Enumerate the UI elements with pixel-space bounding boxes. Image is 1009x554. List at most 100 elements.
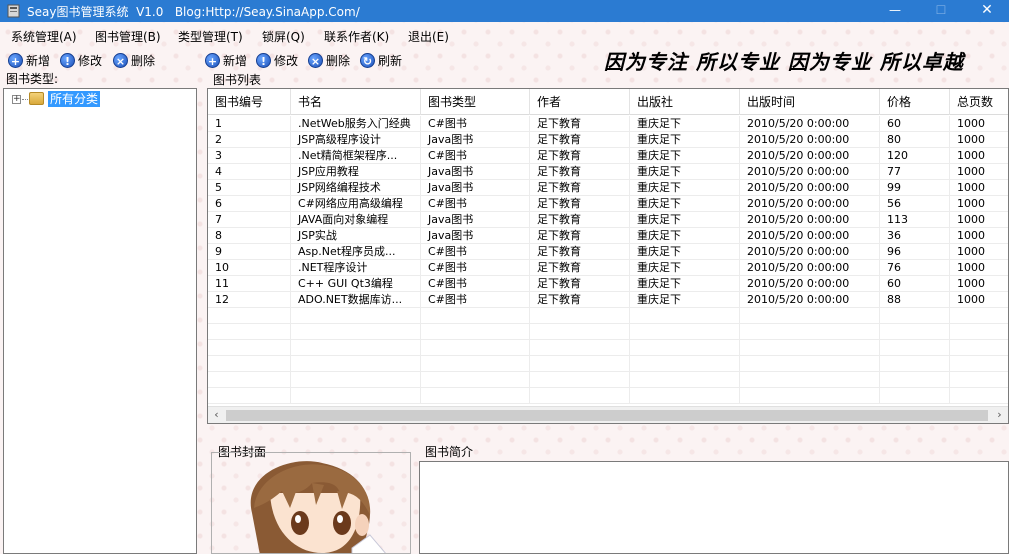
table-cell: 11	[208, 276, 291, 292]
column-header[interactable]: 图书编号	[208, 89, 291, 115]
table-cell	[421, 340, 530, 356]
table-cell	[208, 308, 291, 324]
book-grid[interactable]: 图书编号 书名 图书类型 作者 出版社 出版时间 价格 总页数 1 .NetWeb服务入门经典 C…	[207, 88, 1009, 424]
table-cell	[208, 356, 291, 372]
table-cell	[291, 372, 421, 388]
minimize-button[interactable]: —	[872, 0, 918, 22]
horizontal-scrollbar[interactable]: ‹ ›	[208, 406, 1008, 423]
table-cell: Java图书	[421, 180, 530, 196]
table-cell: 1000	[950, 116, 1008, 132]
table-row[interactable]: 5 JSP网络编程技术 Java图书 足下教育 重庆足下 2010/5/20 0:00:0…	[208, 180, 1008, 196]
column-header[interactable]: 图书类型	[421, 89, 530, 115]
table-cell	[421, 388, 530, 404]
description-group-label: 图书简介	[425, 445, 474, 459]
empty-row	[208, 356, 1008, 372]
column-header[interactable]: 书名	[291, 89, 421, 115]
table-cell: JSP应用教程	[291, 164, 421, 180]
scroll-thumb[interactable]	[226, 410, 988, 421]
table-cell: 足下教育	[530, 164, 630, 180]
table-cell: 足下教育	[530, 292, 630, 308]
table-row[interactable]: 6 C#网络应用高级编程 C#图书 足下教育 重庆足下 2010/5/20 0:00:00…	[208, 196, 1008, 212]
grid-header: 图书编号 书名 图书类型 作者 出版社 出版时间 价格 总页数	[208, 89, 1008, 115]
table-row[interactable]: 2 JSP高级程序设计 Java图书 足下教育 重庆足下 2010/5/20 0:00:0…	[208, 132, 1008, 148]
table-cell	[630, 388, 740, 404]
menu-types[interactable]: 类型管理(T)	[178, 28, 243, 45]
book-add-button[interactable]: + 新增	[205, 51, 247, 69]
table-cell	[291, 356, 421, 372]
book-edit-label: 修改	[274, 53, 299, 68]
type-add-button[interactable]: + 新增	[8, 51, 50, 69]
table-cell: 重庆足下	[630, 276, 740, 292]
table-row[interactable]: 3 .Net精简框架程序... C#图书 足下教育 重庆足下 2010/5/20 0:00…	[208, 148, 1008, 164]
table-row[interactable]: 8 JSP实战 Java图书 足下教育 重庆足下 2010/5/20 0:00:00 36 1…	[208, 228, 1008, 244]
table-cell: 1000	[950, 148, 1008, 164]
description-textbox[interactable]	[419, 461, 1009, 554]
column-header[interactable]: 价格	[880, 89, 950, 115]
table-cell: 重庆足下	[630, 212, 740, 228]
table-cell: 9	[208, 244, 291, 260]
table-cell: Java图书	[421, 164, 530, 180]
column-header[interactable]: 出版时间	[740, 89, 880, 115]
table-cell: 足下教育	[530, 260, 630, 276]
table-row[interactable]: 12 ADO.NET数据库访... C#图书 足下教育 重庆足下 2010/5/20 0:…	[208, 292, 1008, 308]
table-cell: 2010/5/20 0:00:00	[740, 244, 880, 260]
table-row[interactable]: 7 JAVA面向对象编程 Java图书 足下教育 重庆足下 2010/5/20 0:00:…	[208, 212, 1008, 228]
table-cell	[740, 388, 880, 404]
type-edit-button[interactable]: ! 修改	[60, 51, 102, 69]
table-cell	[208, 324, 291, 340]
table-row[interactable]: 11 C++ GUI Qt3编程 C#图书 足下教育 重庆足下 2010/5/20 0:0…	[208, 276, 1008, 292]
book-type-tree[interactable]: + 所有分类	[3, 88, 197, 554]
menu-system[interactable]: 系统管理(A)	[11, 28, 77, 45]
table-cell: 5	[208, 180, 291, 196]
table-row[interactable]: 9 Asp.Net程序员成... C#图书 足下教育 重庆足下 2010/5/20 0:0…	[208, 244, 1008, 260]
scroll-left-icon[interactable]: ‹	[208, 407, 225, 423]
table-cell	[208, 372, 291, 388]
delete-icon: ×	[308, 52, 323, 68]
table-row[interactable]: 4 JSP应用教程 Java图书 足下教育 重庆足下 2010/5/20 0:00:00 7…	[208, 164, 1008, 180]
table-cell	[421, 324, 530, 340]
table-cell: 2010/5/20 0:00:00	[740, 196, 880, 212]
close-button[interactable]: ✕	[964, 0, 1009, 22]
menu-bar: 系统管理(A) 图书管理(B) 类型管理(T) 锁屏(Q) 联系作者(K) 退出…	[0, 26, 1009, 46]
maximize-button[interactable]: ☐	[918, 0, 964, 22]
table-cell	[880, 388, 950, 404]
column-header[interactable]: 总页数	[950, 89, 1008, 115]
tree-node-all-categories[interactable]: 所有分类	[48, 91, 101, 107]
table-cell: JAVA面向对象编程	[291, 212, 421, 228]
table-cell: 113	[880, 212, 950, 228]
table-cell	[530, 308, 630, 324]
menu-lock[interactable]: 锁屏(Q)	[262, 28, 305, 45]
book-edit-button[interactable]: ! 修改	[256, 51, 298, 69]
scroll-right-icon[interactable]: ›	[991, 407, 1008, 423]
table-cell: 1000	[950, 260, 1008, 276]
table-cell	[530, 372, 630, 388]
menu-contact[interactable]: 联系作者(K)	[324, 28, 389, 45]
type-delete-button[interactable]: × 删除	[113, 51, 155, 69]
title-bar[interactable]: Seay图书管理系统 V1.0 Blog:Http://Seay.SinaApp…	[0, 0, 1009, 22]
column-header[interactable]: 出版社	[630, 89, 740, 115]
app-icon	[7, 4, 20, 18]
book-refresh-button[interactable]: ↻ 刷新	[360, 51, 402, 69]
book-delete-button[interactable]: × 删除	[308, 51, 350, 69]
table-cell: JSP高级程序设计	[291, 132, 421, 148]
cover-image	[250, 461, 386, 553]
table-row[interactable]: 10 .NET程序设计 C#图书 足下教育 重庆足下 2010/5/20 0:00:00 7…	[208, 260, 1008, 276]
table-cell: 重庆足下	[630, 244, 740, 260]
empty-row	[208, 308, 1008, 324]
column-header[interactable]: 作者	[530, 89, 630, 115]
cover-image-box	[211, 452, 411, 554]
menu-exit[interactable]: 退出(E)	[408, 28, 449, 45]
tree-group-label: 图书类型:	[6, 72, 59, 86]
tree-expander[interactable]: +	[12, 95, 21, 104]
table-cell: 8	[208, 228, 291, 244]
empty-row	[208, 324, 1008, 340]
menu-books[interactable]: 图书管理(B)	[95, 28, 161, 45]
table-cell	[208, 340, 291, 356]
table-cell: Java图书	[421, 132, 530, 148]
table-row[interactable]: 1 .NetWeb服务入门经典 C#图书 足下教育 重庆足下 2010/5/20 0:00…	[208, 116, 1008, 132]
table-cell: 1000	[950, 180, 1008, 196]
table-cell: 76	[880, 260, 950, 276]
table-cell: 重庆足下	[630, 148, 740, 164]
edit-icon: !	[60, 52, 75, 68]
book-toolbar: + 新增 ! 修改 × 删除 ↻ 刷新	[200, 51, 420, 71]
